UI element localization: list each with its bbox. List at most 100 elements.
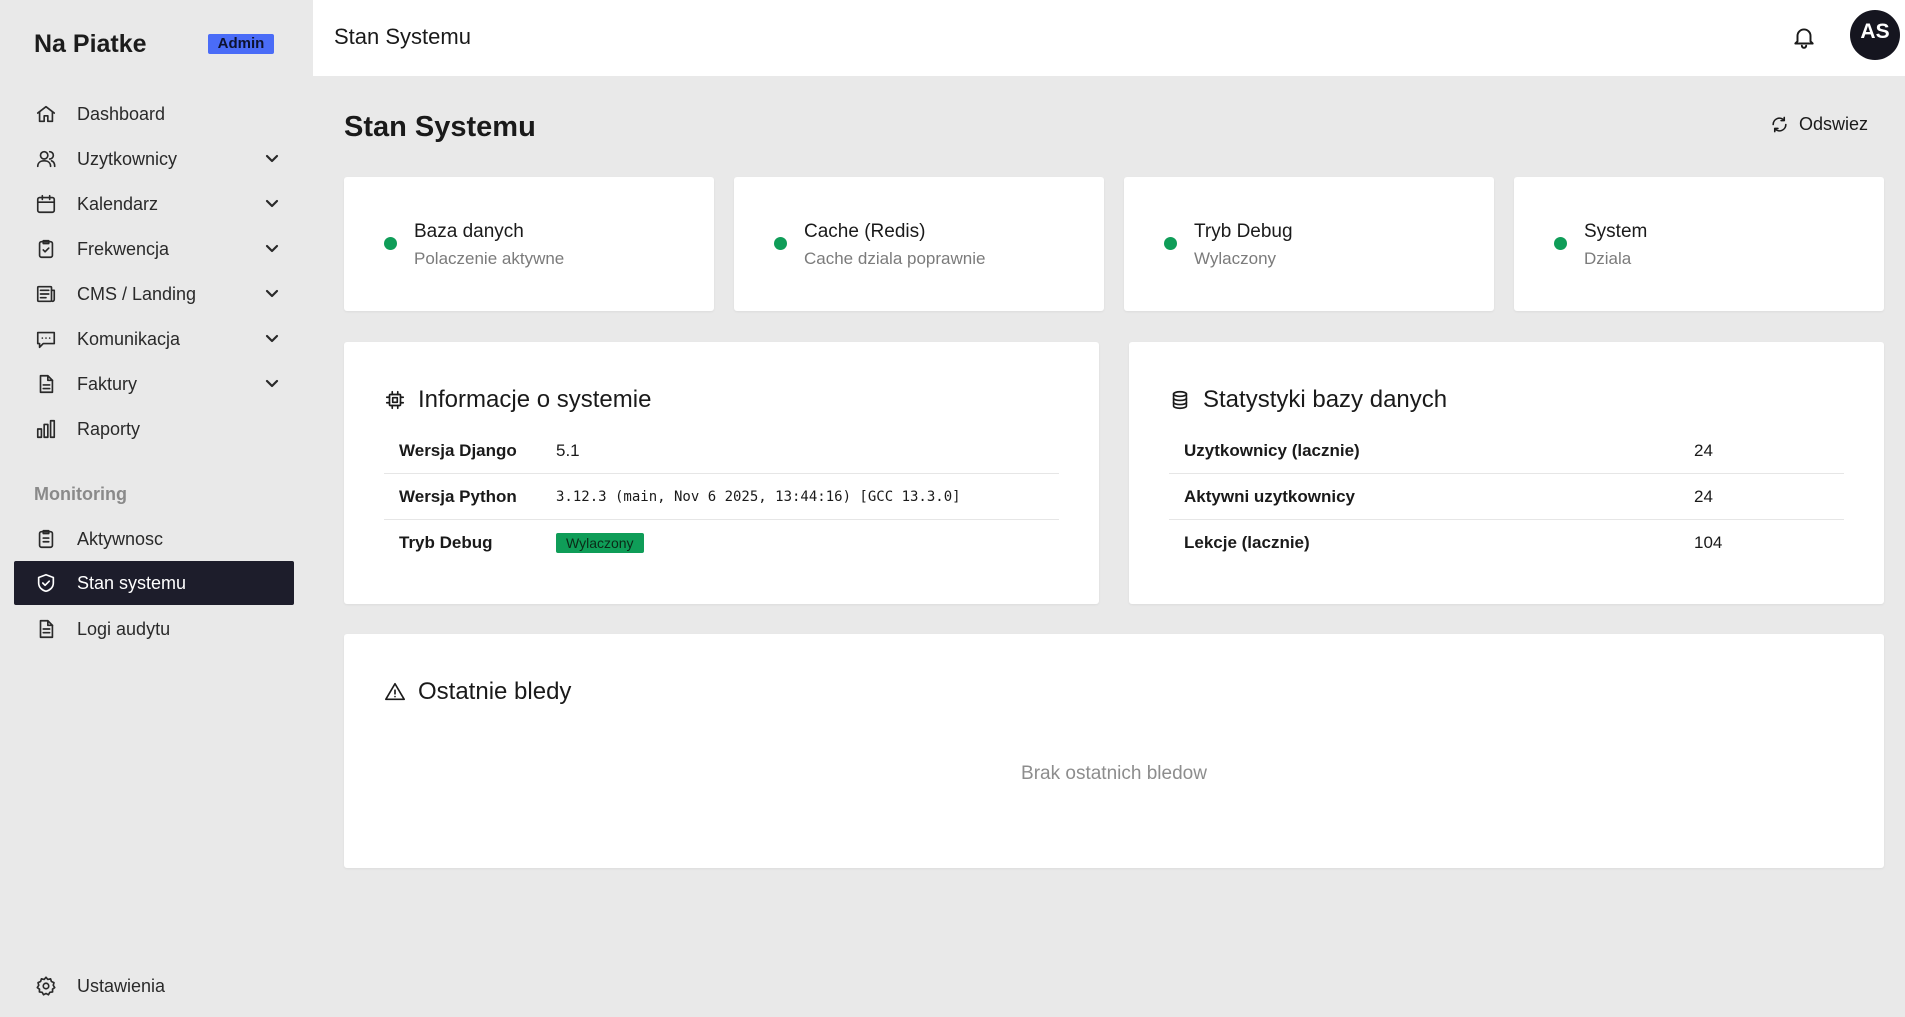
table-row: Wersja Python 3.12.3 (main, Nov 6 2025, … xyxy=(384,474,1059,520)
sidebar-item-kalendarz[interactable]: Kalendarz xyxy=(14,182,294,226)
sidebar-item-cms-landing[interactable]: CMS / Landing xyxy=(14,272,294,316)
refresh-icon xyxy=(1772,116,1787,133)
database-icon xyxy=(1172,390,1188,410)
chevron-down-icon[interactable] xyxy=(262,374,282,394)
sidebar-item-label: Faktury xyxy=(77,373,138,394)
sidebar-item-faktury[interactable]: Faktury xyxy=(14,362,294,406)
system-info-title: Informacje o systemie xyxy=(384,386,651,414)
cpu-icon xyxy=(385,390,405,410)
avatar[interactable]: AS xyxy=(1850,10,1900,60)
status-card-subtitle: Polaczenie aktywne xyxy=(414,249,565,268)
system-info-title-text: Informacje o systemie xyxy=(418,386,652,413)
db-stats-title-text: Statystyki bazy danych xyxy=(1203,386,1448,413)
sidebar-item-komunikacja[interactable]: Komunikacja xyxy=(14,317,294,361)
sidebar-item-label: Logi audytu xyxy=(77,618,171,639)
chevron-down-icon[interactable] xyxy=(262,284,282,304)
sidebar-item-label: Frekwencja xyxy=(77,238,170,259)
row-value: Wylaczony xyxy=(556,533,644,553)
sidebar-item-label: Stan systemu xyxy=(77,572,187,593)
system-info-panel: Informacje o systemie Wersja Django 5.1 … xyxy=(344,342,1099,604)
chat-icon xyxy=(34,327,58,351)
refresh-button[interactable]: Odswiez xyxy=(1770,114,1868,135)
table-row: Tryb Debug Wylaczony xyxy=(384,520,1059,566)
sidebar-item-raporty[interactable]: Raporty xyxy=(14,407,294,451)
status-dot xyxy=(1554,237,1567,250)
status-card-subtitle: Wylaczony xyxy=(1194,249,1277,268)
row-key: Wersja Python xyxy=(399,486,517,506)
status-card-subtitle: Cache dziala poprawnie xyxy=(804,249,986,268)
clipboard-list-icon xyxy=(34,527,58,551)
row-key: Lekcje (lacznie) xyxy=(1184,533,1310,552)
row-key: Wersja Django xyxy=(399,440,517,460)
status-dot xyxy=(1164,237,1177,250)
sidebar-item-stan-systemu[interactable]: Stan systemu xyxy=(14,561,294,605)
chevron-down-icon[interactable] xyxy=(262,329,282,349)
gear-icon xyxy=(34,974,58,998)
chevron-down-icon[interactable] xyxy=(262,194,282,214)
empty-state-message: Brak ostatnich bledow xyxy=(1021,763,1207,784)
topbar-title: Stan Systemu xyxy=(334,24,471,49)
bar-chart-icon xyxy=(34,417,58,441)
document-icon xyxy=(34,372,58,396)
sidebar-item-label: CMS / Landing xyxy=(77,283,197,304)
row-key: Uzytkownicy (lacznie) xyxy=(1184,440,1360,460)
table-row: Wersja Django 5.1 xyxy=(384,428,1059,474)
bell-icon[interactable] xyxy=(1791,24,1817,50)
status-card-system: System Dziala xyxy=(1514,177,1884,311)
sidebar-section-monitoring: Monitoring xyxy=(34,484,127,504)
recent-errors-panel: Ostatnie bledy Brak ostatnich bledow xyxy=(344,634,1884,868)
page-title: Stan Systemu xyxy=(344,111,536,143)
shield-check-icon xyxy=(34,571,58,595)
row-value: 5.1 xyxy=(556,440,580,460)
users-icon xyxy=(34,147,58,171)
sidebar-item-label: Raporty xyxy=(77,418,141,439)
system-info-table: Wersja Django 5.1 Wersja Python 3.12.3 (… xyxy=(384,428,1059,566)
status-card-database: Baza danych Polaczenie aktywne xyxy=(344,177,714,311)
status-dot xyxy=(774,237,787,250)
sidebar-item-ustawienia[interactable]: Ustawienia xyxy=(14,964,294,1008)
calendar-icon xyxy=(34,192,58,216)
sidebar-item-uzytkownicy[interactable]: Uzytkownicy xyxy=(14,137,294,181)
status-card-title: Baza danych xyxy=(414,221,524,242)
sidebar-item-label: Kalendarz xyxy=(77,193,159,214)
status-card-title: Cache (Redis) xyxy=(804,221,926,242)
row-value: 104 xyxy=(1694,533,1723,552)
recent-errors-title-text: Ostatnie bledy xyxy=(418,678,572,705)
table-row: Lekcje (lacznie) 104 xyxy=(1169,520,1844,566)
table-row: Uzytkownicy (lacznie) 24 xyxy=(1169,428,1844,474)
brand-name[interactable]: Na Piatke xyxy=(34,30,147,59)
db-stats-title: Statystyki bazy danych xyxy=(1169,386,1447,414)
row-value: 24 xyxy=(1694,486,1713,506)
sidebar-item-dashboard[interactable]: Dashboard xyxy=(14,92,294,136)
chevron-down-icon[interactable] xyxy=(262,149,282,169)
document-text-icon xyxy=(34,617,58,641)
status-card-cache: Cache (Redis) Cache dziala poprawnie xyxy=(734,177,1104,311)
status-card-title: System xyxy=(1584,221,1648,242)
sidebar-item-aktywnosc[interactable]: Aktywnosc xyxy=(14,517,294,561)
sidebar-item-label: Dashboard xyxy=(77,103,166,124)
row-value: 24 xyxy=(1694,440,1713,460)
db-stats-panel: Statystyki bazy danych Uzytkownicy (lacz… xyxy=(1129,342,1884,604)
clipboard-check-icon xyxy=(34,237,58,261)
newspaper-icon xyxy=(34,282,58,306)
recent-errors-title: Ostatnie bledy xyxy=(384,678,571,706)
status-card-subtitle: Dziala xyxy=(1584,249,1632,268)
sidebar-item-frekwencja[interactable]: Frekwencja xyxy=(14,227,294,271)
topbar: Stan Systemu AS xyxy=(313,0,1905,76)
status-card-debug: Tryb Debug Wylaczony xyxy=(1124,177,1494,311)
row-value: 3.12.3 (main, Nov 6 2025, 13:44:16) [GCC… xyxy=(556,488,961,505)
sidebar-item-label: Uzytkownicy xyxy=(77,148,178,169)
warning-icon xyxy=(385,682,405,701)
refresh-label: Odswiez xyxy=(1799,114,1869,134)
sidebar-item-label: Ustawienia xyxy=(77,975,166,996)
status-card-title: Tryb Debug xyxy=(1194,221,1293,242)
home-icon xyxy=(34,102,58,126)
chevron-down-icon[interactable] xyxy=(262,239,282,259)
admin-badge: Admin xyxy=(208,34,274,54)
row-key: Tryb Debug xyxy=(399,533,493,552)
status-badge: Wylaczony xyxy=(556,533,644,553)
sidebar-item-logi-audytu[interactable]: Logi audytu xyxy=(14,607,294,651)
row-key: Aktywni uzytkownicy xyxy=(1184,486,1355,506)
sidebar-item-label: Komunikacja xyxy=(77,328,181,349)
table-row: Aktywni uzytkownicy 24 xyxy=(1169,474,1844,520)
